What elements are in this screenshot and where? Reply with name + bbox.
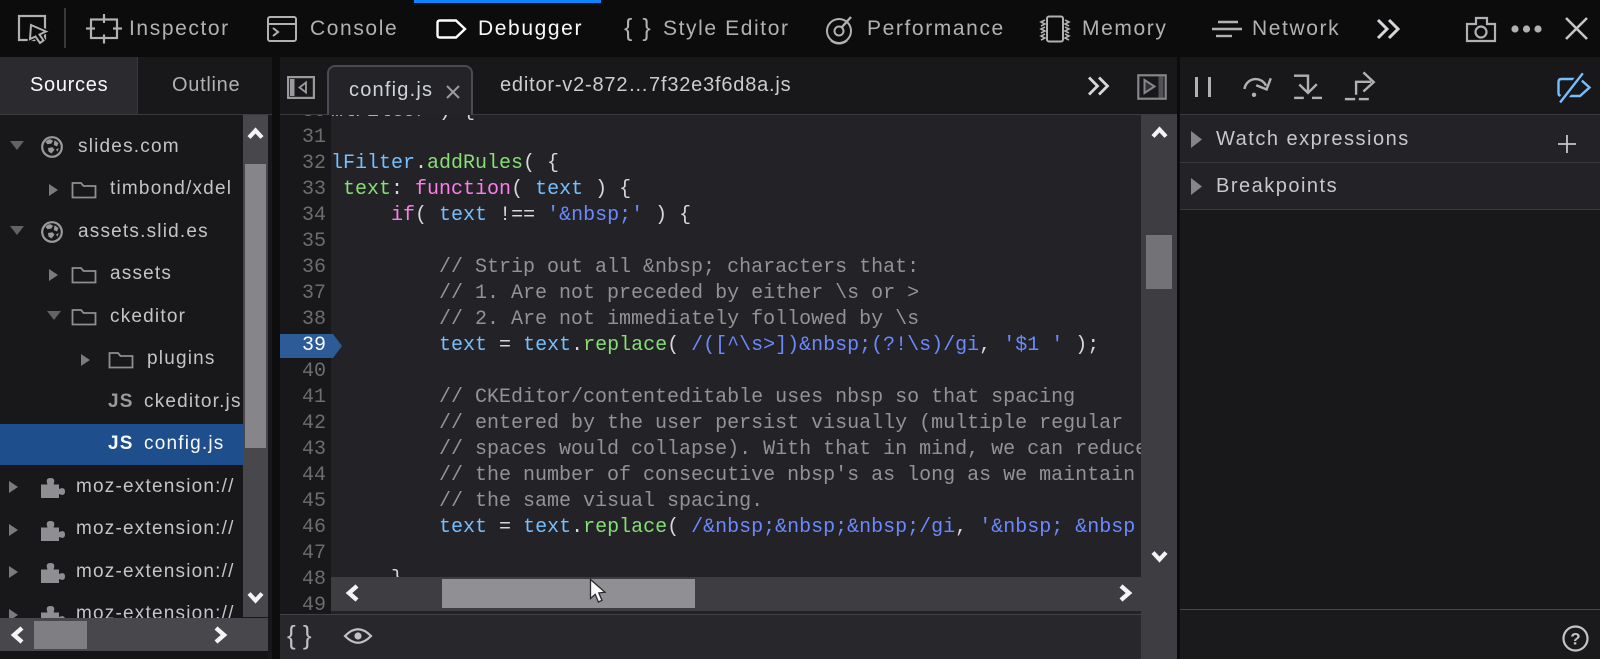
svg-text:?: ? [1570,630,1580,649]
